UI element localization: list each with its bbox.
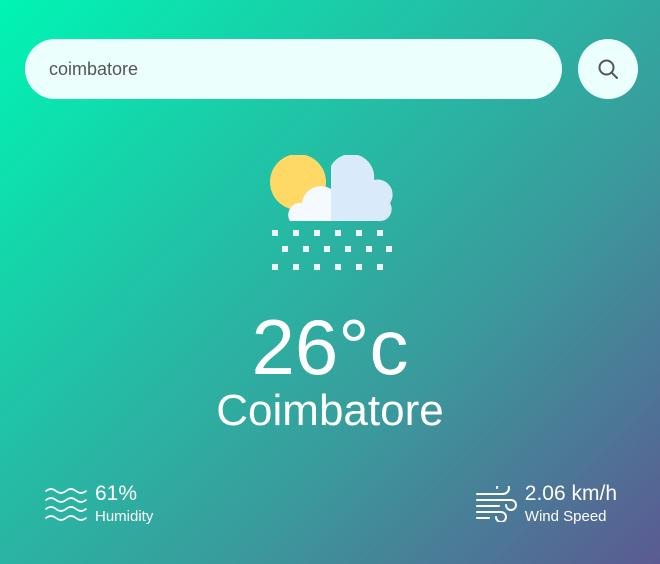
search-button[interactable]	[578, 39, 638, 99]
humidity-label: Humidity	[95, 508, 154, 525]
humidity-waves-icon	[45, 488, 87, 521]
humidity-value: 61%	[95, 482, 138, 505]
wind-icon	[475, 486, 517, 522]
snow-sun-cloud-icon	[270, 155, 393, 270]
wind-text: 2.06 km/h Wind Speed	[525, 482, 617, 526]
wind-value: 2.06 km/h	[524, 482, 617, 505]
wind-label: Wind Speed	[524, 508, 607, 525]
search-icon	[598, 59, 618, 79]
search-input[interactable]	[25, 39, 562, 99]
city-name: Coimbatore	[216, 386, 444, 435]
humidity-detail: 61% Humidity	[45, 482, 153, 526]
humidity-text: 61% Humidity	[95, 482, 153, 526]
weather-card: 26°c Coimbatore 61% Humidity	[0, 0, 660, 564]
search-bar	[25, 39, 638, 99]
temperature: 26°c	[251, 303, 409, 391]
wind-detail: 2.06 km/h Wind Speed	[475, 482, 617, 526]
